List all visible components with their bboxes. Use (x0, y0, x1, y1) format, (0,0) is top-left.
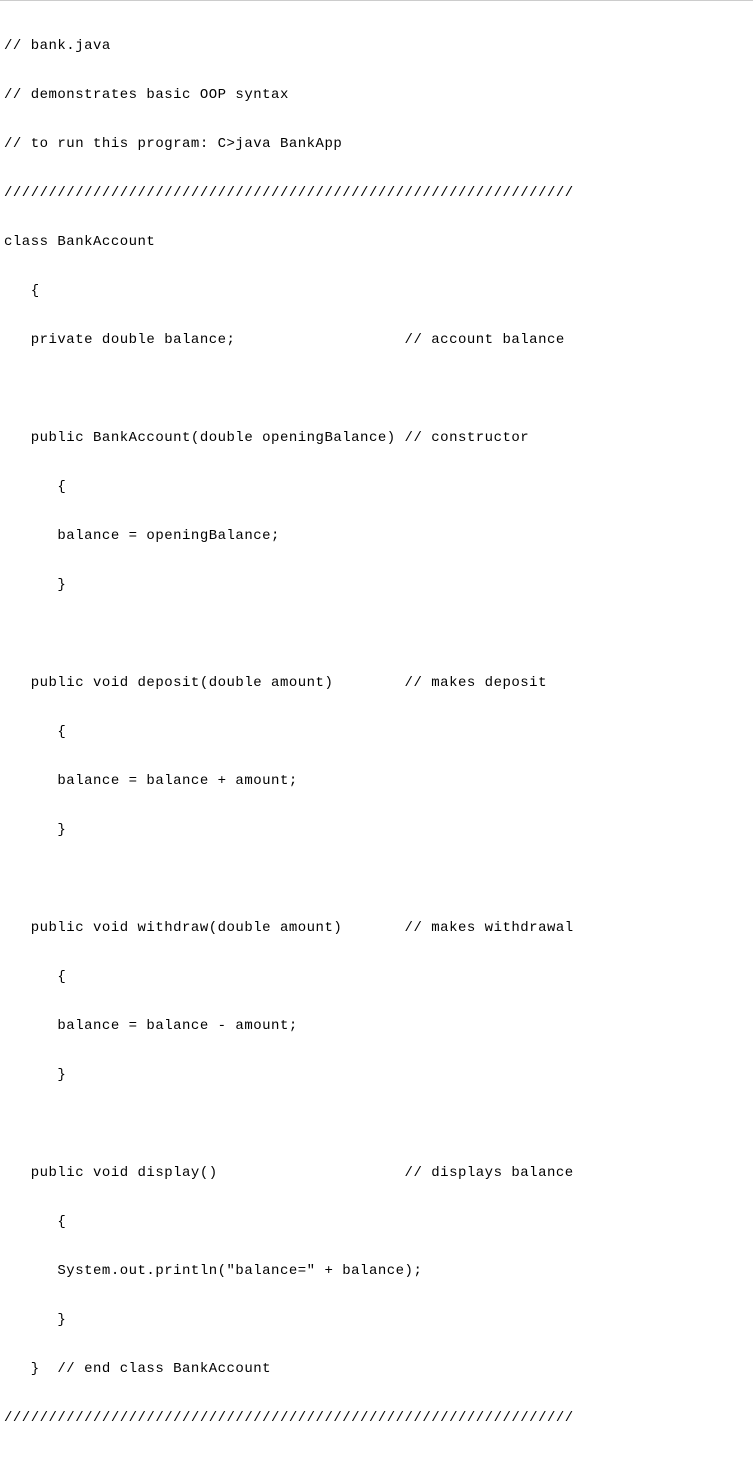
code-line: { (4, 279, 749, 304)
code-line: balance = openingBalance; (4, 524, 749, 549)
code-line: public void withdraw(double amount) // m… (4, 916, 749, 941)
code-line (4, 377, 749, 402)
code-line: } (4, 573, 749, 598)
code-line: // bank.java (4, 34, 749, 59)
code-line (4, 1112, 749, 1137)
code-line: public BankAccount(double openingBalance… (4, 426, 749, 451)
code-line: System.out.println("balance=" + balance)… (4, 1259, 749, 1284)
code-line: } (4, 1063, 749, 1088)
code-line: balance = balance - amount; (4, 1014, 749, 1039)
code-line: ////////////////////////////////////////… (4, 181, 749, 206)
code-line: class BankAccount (4, 230, 749, 255)
code-line: public void deposit(double amount) // ma… (4, 671, 749, 696)
code-line (4, 867, 749, 892)
code-line: balance = balance + amount; (4, 769, 749, 794)
code-line: { (4, 475, 749, 500)
code-block: // bank.java // demonstrates basic OOP s… (0, 0, 753, 1464)
code-line: // to run this program: C>java BankApp (4, 132, 749, 157)
code-line: } // end class BankAccount (4, 1357, 749, 1382)
code-line: // demonstrates basic OOP syntax (4, 83, 749, 108)
code-line: private double balance; // account balan… (4, 328, 749, 353)
code-line: } (4, 818, 749, 843)
code-line (4, 622, 749, 647)
code-line: { (4, 1210, 749, 1235)
code-line: public void display() // displays balanc… (4, 1161, 749, 1186)
code-line: { (4, 965, 749, 990)
code-line: } (4, 1308, 749, 1333)
code-line: ////////////////////////////////////////… (4, 1406, 749, 1431)
